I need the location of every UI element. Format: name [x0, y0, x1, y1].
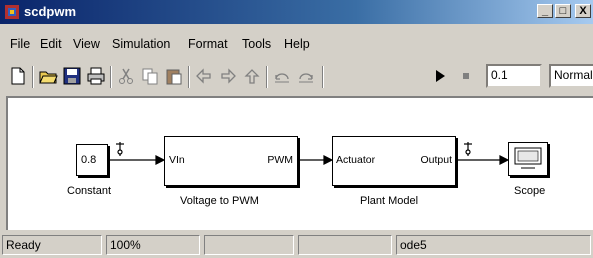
cut-icon[interactable]: [116, 66, 136, 86]
menu-help[interactable]: Help: [284, 37, 310, 51]
save-icon[interactable]: [62, 66, 82, 86]
status-text: Ready: [2, 235, 102, 255]
title-bar[interactable]: scdpwm _ □ X: [0, 0, 593, 24]
back-icon[interactable]: [194, 66, 214, 86]
open-icon[interactable]: [38, 66, 58, 86]
stop-time-input[interactable]: 0.1: [486, 64, 542, 88]
voltage-to-pwm-label: Voltage to PWM: [180, 195, 259, 207]
maximize-button[interactable]: □: [555, 4, 571, 18]
play-icon[interactable]: [430, 66, 450, 86]
close-button[interactable]: X: [575, 4, 591, 18]
plant-model-label: Plant Model: [360, 195, 419, 207]
model-canvas[interactable]: 0.8 Constant VIn PWM Voltage to PWM Actu…: [6, 96, 593, 230]
scope-screen-icon: [514, 147, 542, 169]
status-cell-empty-2: [298, 235, 392, 255]
status-cell-empty-1: [204, 235, 294, 255]
print-icon[interactable]: [86, 66, 106, 86]
menu-file[interactable]: File: [10, 37, 30, 51]
scope-block[interactable]: [508, 142, 548, 176]
voltage-to-pwm-block[interactable]: VIn PWM: [164, 136, 298, 186]
minimize-button[interactable]: _: [537, 4, 553, 18]
forward-icon[interactable]: [218, 66, 238, 86]
paste-icon[interactable]: [164, 66, 184, 86]
toolbar-separator: [322, 66, 324, 88]
menu-tools[interactable]: Tools: [242, 37, 271, 51]
constant-block[interactable]: 0.8: [76, 144, 108, 176]
constant-label: Constant: [67, 185, 112, 197]
constant-value: 0.8: [81, 154, 97, 166]
undo-icon[interactable]: [272, 66, 292, 86]
vin-port-label: VIn: [169, 154, 185, 166]
up-icon[interactable]: [242, 66, 262, 86]
toolbar-separator: [188, 66, 190, 88]
zoom-level: 100%: [106, 235, 200, 255]
menu-bar: File Edit View Simulation Format Tools H…: [0, 34, 593, 56]
redo-icon[interactable]: [296, 66, 316, 86]
new-icon[interactable]: [8, 66, 28, 86]
toolbar-separator: [32, 66, 34, 88]
simulink-app-icon: [4, 4, 20, 20]
window-title: scdpwm: [24, 4, 77, 19]
plant-model-block[interactable]: Actuator Output: [332, 136, 456, 186]
menu-simulation[interactable]: Simulation: [112, 37, 170, 51]
menu-view[interactable]: View: [73, 37, 100, 51]
scope-label: Scope: [514, 185, 546, 197]
toolbar-separator: [266, 66, 268, 88]
menu-format[interactable]: Format: [188, 37, 228, 51]
toolbar-separator: [110, 66, 112, 88]
solver-name: ode5: [396, 235, 591, 255]
copy-icon[interactable]: [140, 66, 160, 86]
stop-icon[interactable]: [456, 66, 476, 86]
actuator-port-label: Actuator: [336, 154, 376, 166]
simulation-mode-select[interactable]: Normal: [549, 64, 593, 88]
status-bar: Ready 100% ode5: [0, 232, 593, 258]
pwm-port-label: PWM: [267, 154, 293, 166]
output-port-label: Output: [420, 154, 452, 166]
menu-edit[interactable]: Edit: [40, 37, 62, 51]
